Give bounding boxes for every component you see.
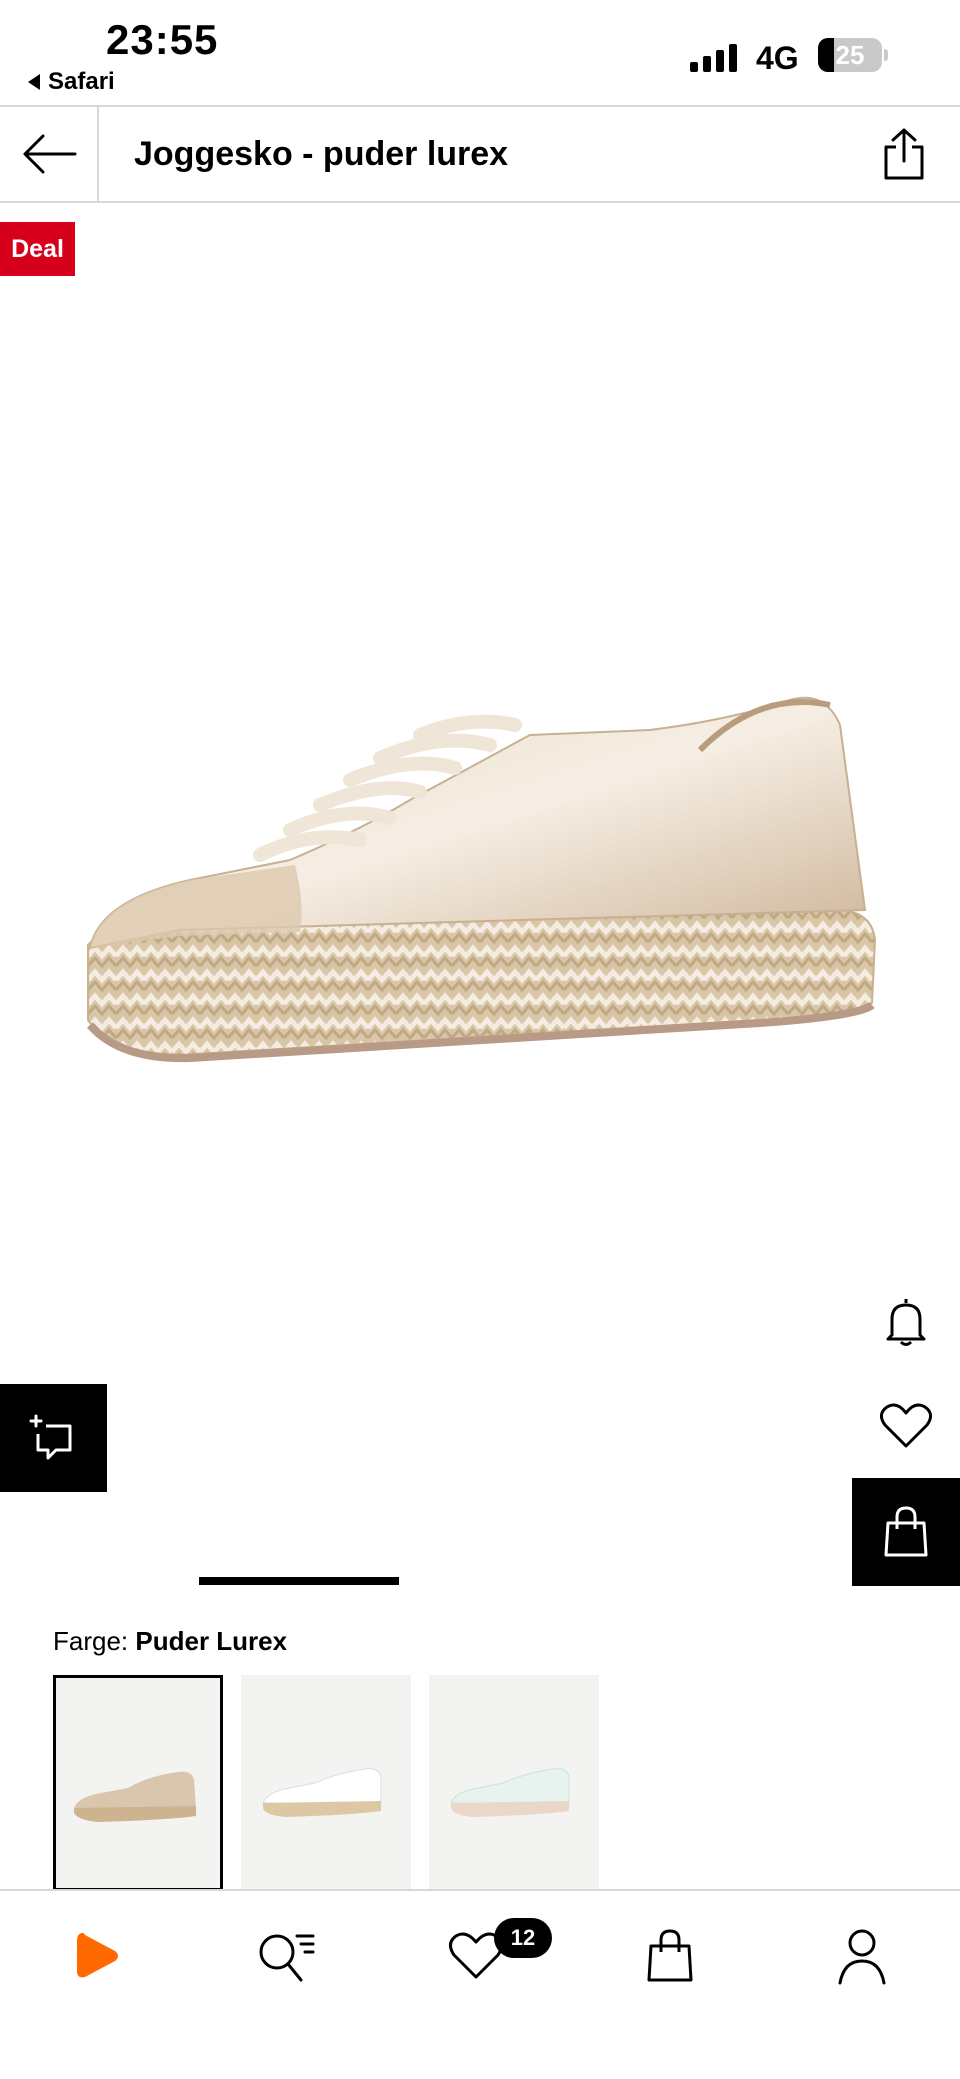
deal-badge: Deal	[0, 222, 75, 276]
color-swatches	[53, 1675, 599, 1891]
notify-button[interactable]	[870, 1285, 942, 1357]
similar-items-button[interactable]	[0, 1384, 107, 1492]
color-swatch-white[interactable]	[241, 1675, 411, 1891]
bottom-nav: 12	[0, 1889, 960, 2079]
similar-items-icon	[29, 1414, 71, 1460]
battery-icon: 25	[818, 38, 882, 72]
swatch-shoe-image	[262, 1768, 382, 1817]
nav-home[interactable]	[56, 1921, 136, 1991]
back-button[interactable]	[0, 107, 99, 201]
color-swatch-puder-lurex[interactable]	[53, 1675, 223, 1891]
page-title: Joggesko - puder lurex	[134, 135, 509, 173]
color-swatch-mint[interactable]	[429, 1675, 599, 1891]
bell-icon	[886, 1299, 926, 1346]
add-to-cart-button[interactable]	[852, 1478, 960, 1586]
wishlist-button[interactable]	[870, 1390, 942, 1462]
back-to-app-link[interactable]: Safari	[28, 68, 115, 96]
back-app-label: Safari	[48, 68, 115, 95]
product-image[interactable]	[60, 680, 900, 1120]
arrow-left-icon	[23, 134, 76, 174]
color-label-row: Farge: Puder Lurex	[53, 1626, 287, 1657]
wishlist-count-badge: 12	[494, 1918, 552, 1958]
nav-bag[interactable]	[630, 1921, 710, 1991]
search-icon	[259, 1934, 315, 1982]
carousel-indicator	[199, 1577, 399, 1585]
heart-icon	[880, 1403, 932, 1448]
swatch-shoe-image	[74, 1771, 196, 1822]
color-value: Puder Lurex	[135, 1626, 288, 1656]
swatch-shoe-image	[450, 1768, 570, 1817]
share-button[interactable]	[874, 123, 934, 185]
profile-icon	[838, 1929, 886, 1985]
battery-level: 25	[835, 40, 865, 70]
signal-icon	[690, 42, 737, 72]
home-logo-icon	[77, 1933, 118, 1978]
shopping-bag-icon	[884, 1506, 928, 1557]
nav-search[interactable]	[246, 1921, 326, 1991]
top-bar: Joggesko - puder lurex	[0, 105, 960, 203]
share-icon	[884, 128, 924, 180]
color-label: Farge:	[53, 1626, 129, 1656]
back-triangle-icon	[28, 74, 40, 90]
status-bar: 23:55 Safari 4G 25	[0, 0, 960, 105]
bag-icon	[647, 1929, 693, 1982]
nav-profile[interactable]	[822, 1921, 902, 1991]
battery-cap	[884, 49, 888, 61]
clock: 23:55	[106, 16, 219, 63]
network-type: 4G	[756, 40, 799, 76]
